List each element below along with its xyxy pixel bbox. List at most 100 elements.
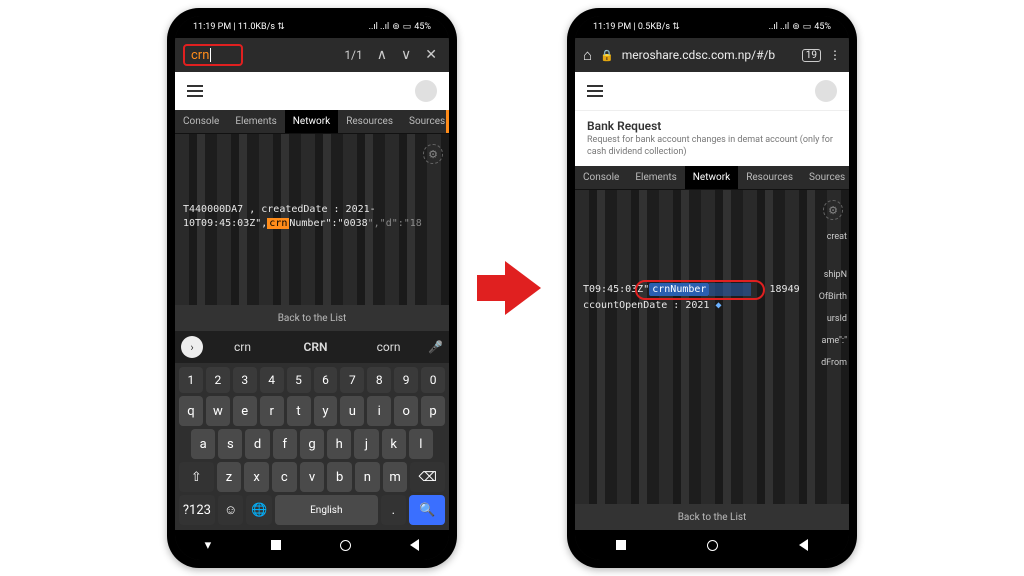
key-b[interactable]: b <box>327 462 352 492</box>
key-q[interactable]: q <box>179 396 203 426</box>
find-close-button[interactable]: ✕ <box>421 47 441 63</box>
key-emoji[interactable]: ☺ <box>218 495 244 525</box>
key-period[interactable]: . <box>381 495 407 525</box>
suggestion-2[interactable]: CRN <box>282 336 349 358</box>
tab-console[interactable]: Console <box>575 166 627 189</box>
key-z[interactable]: z <box>217 462 242 492</box>
key-w[interactable]: w <box>206 396 230 426</box>
key-search[interactable]: 🔍 <box>409 495 445 525</box>
suggestion-1[interactable]: crn <box>209 336 276 358</box>
key-t[interactable]: t <box>287 396 311 426</box>
phone-left: 11:19 PM | 11.0KB/s ⇅ ..ıl ..ıl ⊚ ▭ 45% … <box>167 8 457 568</box>
key-m[interactable]: m <box>383 462 408 492</box>
selected-text[interactable]: crnNumber <box>649 283 709 296</box>
tab-resources[interactable]: Resources <box>738 166 801 189</box>
tab-elements[interactable]: Elements <box>627 166 684 189</box>
key-c[interactable]: c <box>272 462 297 492</box>
nav-recents-button[interactable] <box>616 540 626 550</box>
key-g[interactable]: g <box>300 429 324 459</box>
key-3[interactable]: 3 <box>233 367 257 393</box>
battery-pct: 45% <box>414 22 431 32</box>
key-p[interactable]: p <box>421 396 445 426</box>
devtools-content[interactable]: ⚙ T440000DA7 , createdDate : 2021- 10T09… <box>175 134 449 331</box>
android-nav-bar <box>575 530 849 560</box>
nav-keyboard-down-icon[interactable]: ▾ <box>205 538 212 553</box>
tabs-button[interactable]: 19 <box>802 49 821 62</box>
tab-sources[interactable]: Sources <box>801 166 849 189</box>
key-4[interactable]: 4 <box>260 367 284 393</box>
suggestion-3[interactable]: corn <box>355 336 422 358</box>
screen-left: 11:19 PM | 11.0KB/s ⇅ ..ıl ..ıl ⊚ ▭ 45% … <box>175 16 449 560</box>
devtools-content[interactable]: ⚙ T09:45:03Z"crnNumber 18949 ccountOpenD… <box>575 190 849 530</box>
back-to-list-button[interactable]: Back to the List <box>175 305 449 331</box>
status-volte: ⇅ <box>277 22 285 32</box>
wifi-icon: ⊚ <box>792 22 800 32</box>
key-k[interactable]: k <box>382 429 406 459</box>
key-e[interactable]: e <box>233 396 257 426</box>
key-x[interactable]: x <box>244 462 269 492</box>
key-2[interactable]: 2 <box>206 367 230 393</box>
code-line: ccountOpenDate : 2021◆ <box>583 300 841 311</box>
battery-pct: 45% <box>814 22 831 32</box>
find-input[interactable]: crn <box>183 44 243 66</box>
url-text[interactable]: meroshare.cdsc.com.np/#/b <box>622 48 794 62</box>
keyboard-suggestion-bar: › crn CRN corn 🎤 <box>175 331 449 363</box>
key-i[interactable]: i <box>367 396 391 426</box>
app-header <box>175 72 449 110</box>
tab-resources[interactable]: Resources <box>338 110 401 133</box>
key-r[interactable]: r <box>260 396 284 426</box>
search-match: crn <box>267 218 289 229</box>
key-1[interactable]: 1 <box>179 367 203 393</box>
hamburger-icon[interactable] <box>587 85 603 97</box>
key-l[interactable]: l <box>409 429 433 459</box>
nav-home-button[interactable] <box>340 540 351 551</box>
page-heading: Bank Request Request for bank account ch… <box>575 110 849 166</box>
tab-console[interactable]: Console <box>175 110 227 133</box>
devtools-tabs: Console Elements Network Resources Sourc… <box>175 110 449 134</box>
key-f[interactable]: f <box>273 429 297 459</box>
key-o[interactable]: o <box>394 396 418 426</box>
nav-recents-button[interactable] <box>271 540 281 550</box>
kb-row-numbers: 1 2 3 4 5 6 7 8 9 0 <box>179 367 445 393</box>
key-lang[interactable]: 🌐 <box>246 495 272 525</box>
key-5[interactable]: 5 <box>287 367 311 393</box>
key-6[interactable]: 6 <box>314 367 338 393</box>
expand-suggestions-button[interactable]: › <box>181 336 203 358</box>
key-v[interactable]: v <box>300 462 325 492</box>
tab-network[interactable]: Network <box>285 110 338 133</box>
key-u[interactable]: u <box>340 396 364 426</box>
key-s[interactable]: s <box>218 429 242 459</box>
find-next-button[interactable]: ∨ <box>397 47 415 63</box>
gear-icon[interactable]: ⚙ <box>423 144 443 164</box>
key-shift[interactable]: ⇧ <box>179 462 214 492</box>
key-d[interactable]: d <box>245 429 269 459</box>
key-0[interactable]: 0 <box>421 367 445 393</box>
key-8[interactable]: 8 <box>367 367 391 393</box>
avatar[interactable] <box>815 80 837 102</box>
key-a[interactable]: a <box>191 429 215 459</box>
nav-home-button[interactable] <box>707 540 718 551</box>
menu-button[interactable]: ⋮ <box>829 48 841 62</box>
key-h[interactable]: h <box>327 429 351 459</box>
tab-elements[interactable]: Elements <box>227 110 284 133</box>
status-net: 11.0KB/s <box>238 22 275 32</box>
back-to-list-button[interactable]: Back to the List <box>575 504 849 530</box>
voice-input-button[interactable]: 🎤 <box>428 340 443 354</box>
key-7[interactable]: 7 <box>340 367 364 393</box>
key-space[interactable]: English <box>275 495 377 525</box>
nav-back-button[interactable] <box>410 539 419 551</box>
nav-back-button[interactable] <box>799 539 808 551</box>
avatar[interactable] <box>415 80 437 102</box>
key-symbols[interactable]: ?123 <box>179 495 215 525</box>
key-9[interactable]: 9 <box>394 367 418 393</box>
key-backspace[interactable]: ⌫ <box>410 462 445 492</box>
key-n[interactable]: n <box>355 462 380 492</box>
code-line-highlight: T09:45:03Z"crnNumber 18949 <box>583 284 841 295</box>
hamburger-icon[interactable] <box>187 85 203 97</box>
tab-network[interactable]: Network <box>685 166 738 189</box>
key-j[interactable]: j <box>354 429 378 459</box>
find-prev-button[interactable]: ∧ <box>373 47 391 63</box>
tab-sources[interactable]: Sources <box>401 110 449 133</box>
key-y[interactable]: y <box>314 396 338 426</box>
home-button[interactable]: ⌂ <box>583 46 592 64</box>
